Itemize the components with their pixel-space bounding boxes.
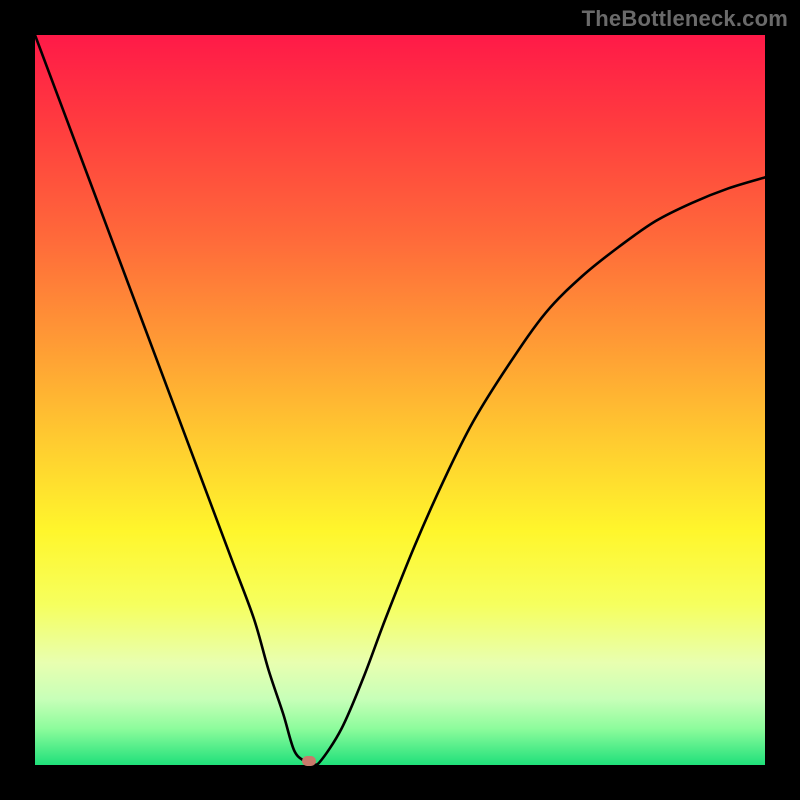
chart-frame: TheBottleneck.com [0, 0, 800, 800]
watermark-text: TheBottleneck.com [582, 6, 788, 32]
curve-svg [35, 35, 765, 765]
bottleneck-curve [35, 35, 765, 765]
plot-area [35, 35, 765, 765]
optimal-point-marker [302, 756, 316, 766]
